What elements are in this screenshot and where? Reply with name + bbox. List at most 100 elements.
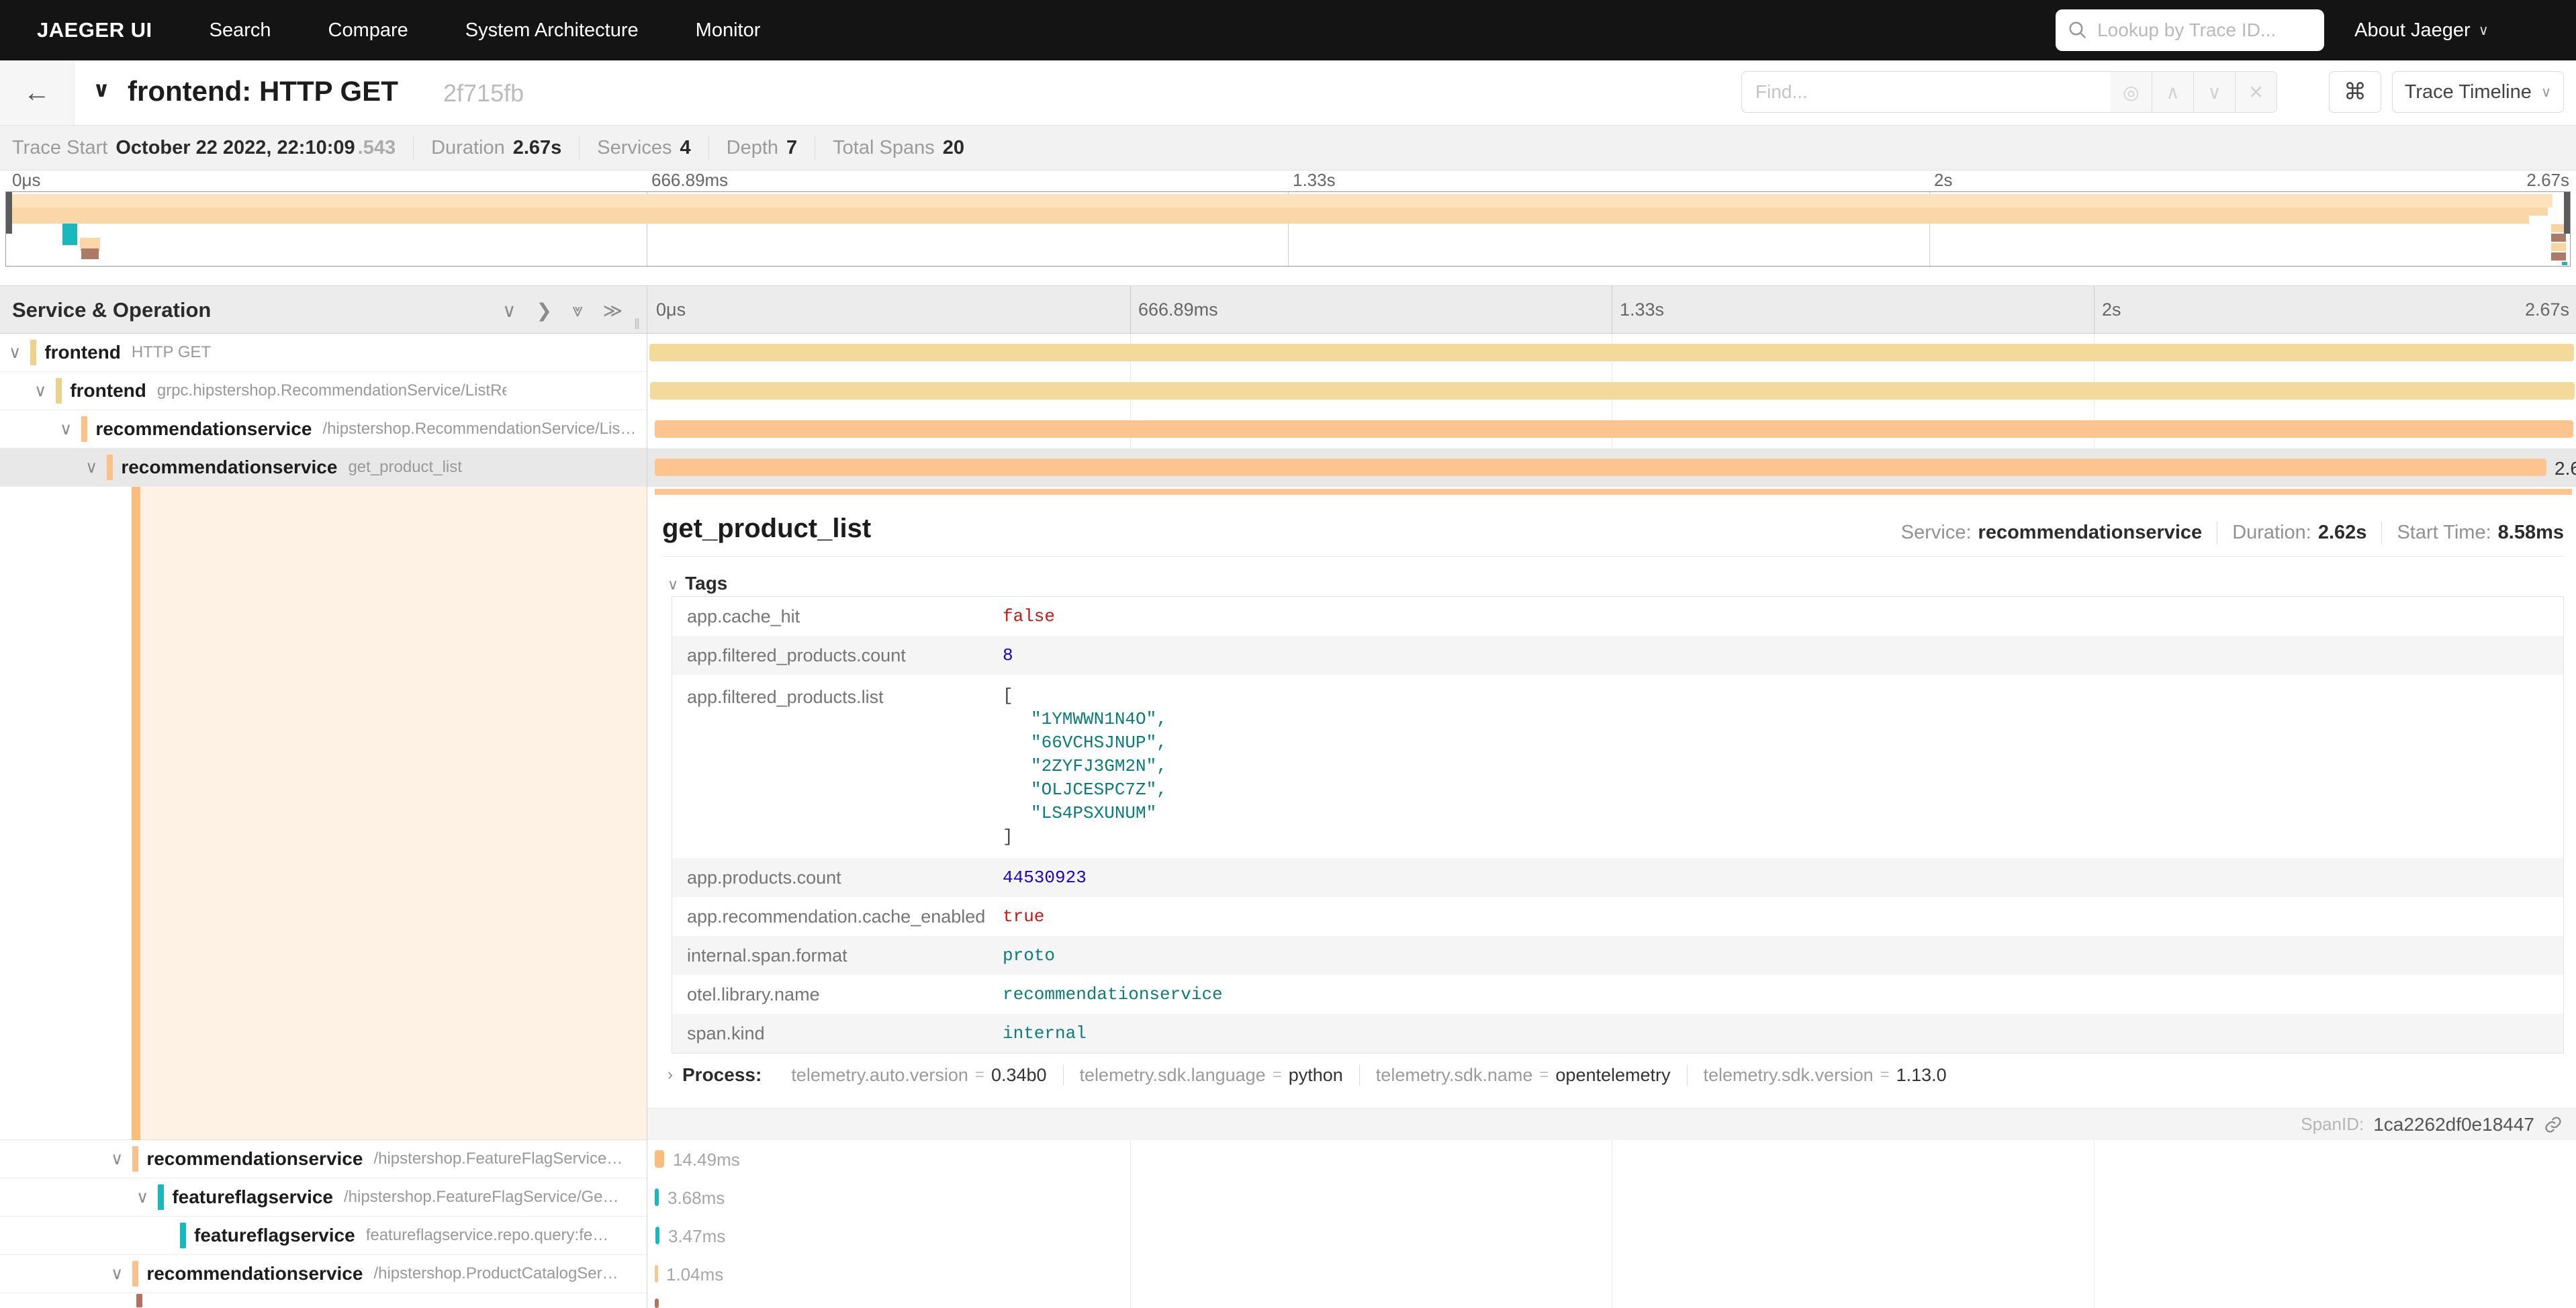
chevron-down-icon[interactable]: ∨ [34,381,46,401]
span-tree-row[interactable]: ∨ recommendationservice /hipstershop.Pro… [0,1255,647,1293]
span-bar[interactable] [655,1299,659,1308]
collapse-all-icon[interactable]: ⩔ [572,299,583,322]
chevron-down-icon[interactable]: ∨ [85,457,97,477]
jaeger-logo[interactable]: JAEGER UI [37,18,152,42]
minimap-span-bar [2551,243,2566,251]
column-resizer[interactable]: ‖ [634,316,640,333]
span-bar[interactable] [655,1227,659,1244]
span-bar-row[interactable] [647,410,2576,449]
span-bar[interactable] [655,420,2573,438]
find-next-button[interactable]: ∨ [2194,71,2236,113]
span-bar[interactable] [655,1188,659,1206]
tag-row[interactable]: app.cache_hit false [672,597,2563,636]
expand-all-icon[interactable]: ≫ [603,299,623,322]
span-operation: grpc.hipstershop.RecommendationService/L… [157,381,506,400]
span-tree-row[interactable]: ∨ recommendationservice /hipstershop.Fea… [0,1140,647,1178]
span-tree-row[interactable]: ∨ frontend grpc.hipstershop.Recommendati… [0,372,647,410]
span-tree-row[interactable]: featureflagservice featureflagservice.re… [0,1217,647,1255]
span-bar-row[interactable]: 3.68ms [647,1178,2576,1217]
span-tree-row[interactable] [0,1293,647,1308]
nav-item-compare[interactable]: Compare [328,19,408,42]
span-bar[interactable] [655,1265,658,1282]
span-duration-label: 2.62s [2555,458,2576,479]
span-tree-row[interactable]: ∨ featureflagservice /hipstershop.Featur… [0,1178,647,1217]
span-service: frontend [44,342,121,363]
span-service: recommendationservice [95,418,312,440]
collapse-one-icon[interactable]: ∨ [502,299,516,322]
tag-row[interactable]: internal.span.format proto [672,936,2563,975]
nav-item-monitor[interactable]: Monitor [696,19,761,42]
find-input[interactable] [1741,71,2111,113]
trace-id-lookup-input[interactable] [2096,19,2312,42]
tag-row[interactable]: app.filtered_products.count 8 [672,636,2563,675]
span-id-label: SpanID: [2301,1114,2364,1135]
chevron-up-icon: ∧ [2166,81,2180,103]
span-service: recommendationservice [146,1263,363,1284]
span-bar-row[interactable]: 14.49ms [647,1140,2576,1178]
trace-id-short: 2f715fb [443,79,524,107]
divider [662,556,2564,557]
tags-section-toggle[interactable]: ∨Tags [668,573,727,594]
find-clear-button[interactable]: ✕ [2236,71,2277,113]
span-bar-row[interactable]: 1.04ms [647,1255,2576,1293]
collapse-trace-chevron-icon[interactable]: ∨ [93,77,110,102]
tag-row[interactable]: app.products.count 44530923 [672,858,2563,897]
tag-row[interactable]: otel.library.name recommendationservice [672,975,2563,1014]
span-bar-row[interactable] [647,372,2576,410]
chevron-down-icon[interactable]: ∨ [111,1149,123,1169]
back-button[interactable]: ← [0,60,75,125]
chevron-down-icon[interactable]: ∨ [9,342,21,363]
trace-total-spans: Total Spans 20 [815,136,982,159]
chevron-down-icon[interactable]: ∨ [60,419,72,439]
tag-row[interactable]: app.recommendation.cache_enabled true [672,897,2563,936]
span-color-bar [158,1184,164,1210]
span-bar[interactable] [655,1150,664,1168]
span-bar-row-selected[interactable]: 2.62s [647,449,2576,487]
chevron-down-icon: ∨ [2479,22,2489,39]
process-kv: telemetry.sdk.name=opentelemetry [1360,1065,1688,1086]
chevron-down-icon[interactable]: ∨ [136,1187,148,1207]
tag-value: false [1003,606,1055,626]
span-tree-row[interactable]: ∨ recommendationservice /hipstershop.Rec… [0,410,647,449]
span-operation: get_product_list [348,458,461,477]
trace-minimap[interactable] [5,191,2571,267]
tag-row[interactable]: app.filtered_products.list [ "1YMWWN1N4O… [672,675,2563,858]
span-service: recommendationservice [146,1148,363,1170]
trace-view-selector[interactable]: Trace Timeline ∨ [2392,71,2564,113]
span-color-bar [132,1261,138,1287]
span-color-bar [30,340,36,365]
span-bar[interactable] [655,459,2546,476]
process-kv: telemetry.sdk.version=1.13.0 [1688,1065,1963,1086]
link-icon[interactable] [2544,1115,2563,1134]
ruler-gridline [2094,286,2095,333]
minimap-right-handle[interactable] [2564,192,2570,234]
about-jaeger-menu[interactable]: About Jaeger ∨ [2354,19,2489,42]
process-section-toggle[interactable]: › Process: telemetry.auto.version=0.34b0… [668,1064,1963,1086]
span-color-bar [107,455,113,480]
minimap-left-handle[interactable] [6,192,12,234]
span-bar[interactable] [650,382,2575,400]
tag-row[interactable]: span.kind internal [672,1014,2563,1053]
span-bar-row[interactable] [647,334,2576,372]
span-tree-row[interactable]: ∨ frontend HTTP GET [0,334,647,372]
span-color-bar [56,378,62,404]
find-focus-button[interactable]: ◎ [2111,71,2152,113]
nav-item-system-architecture[interactable]: System Architecture [465,19,639,42]
tag-key: span.kind [672,1023,1003,1044]
tag-key: app.cache_hit [672,606,1003,627]
keyboard-shortcuts-button[interactable]: ⌘ [2329,71,2381,113]
ruler-gridline [1130,286,1131,333]
span-bar-row[interactable]: 3.47ms [647,1217,2576,1255]
chevron-down-icon[interactable]: ∨ [111,1264,123,1284]
span-duration-label: 14.49ms [673,1150,740,1170]
span-bar-row[interactable] [647,1293,2576,1308]
span-bar[interactable] [649,344,2574,361]
detail-operation-name: get_product_list [662,514,871,544]
find-prev-button[interactable]: ∧ [2152,71,2194,113]
tag-value: proto [1003,945,1055,966]
trace-id-lookup [2056,9,2324,51]
expand-one-icon[interactable]: ❯ [537,299,552,322]
tag-value: internal [1003,1023,1087,1043]
nav-item-search[interactable]: Search [210,19,271,42]
span-tree-row-selected[interactable]: ∨ recommendationservice get_product_list [0,449,647,487]
